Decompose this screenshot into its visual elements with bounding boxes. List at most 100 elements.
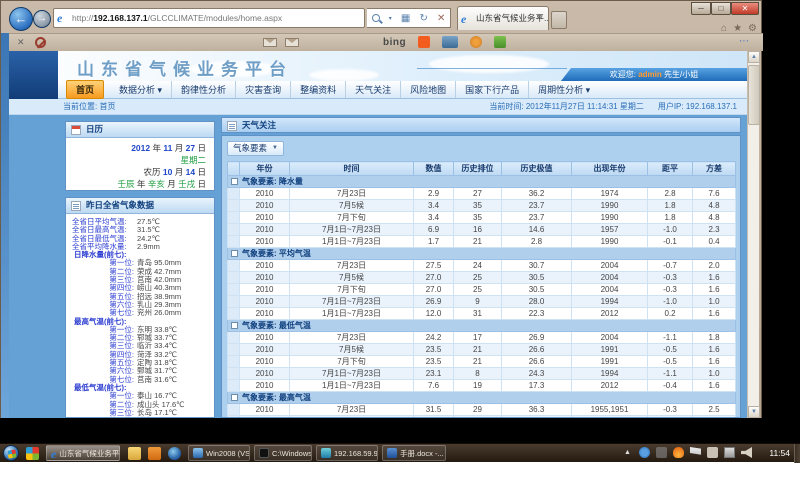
nav-item-0[interactable]: 首页 [66,80,104,99]
stop-icon[interactable]: ✕ [437,13,445,24]
table-row[interactable]: 20107月23日2.92736.219742.87.6 [228,188,736,200]
table-row[interactable]: 20101月1日~7月23日7.61917.32012-0.41.6 [228,380,736,392]
row-expander-cell [228,380,240,392]
nav-item-6[interactable]: 风险地图 [401,81,456,98]
table-cell: 36.3 [502,404,572,416]
column-header: 距平 [648,162,693,176]
table-row[interactable]: 20101月1日~7月23日1.7212.81990-0.10.4 [228,236,736,248]
tab-close-icon[interactable]: ✕ [534,12,545,23]
table-cell: 1994 [572,368,648,380]
table-row[interactable]: 20107月23日27.52430.72004-0.72.0 [228,260,736,272]
table-cell: 1.6 [693,344,736,356]
green-addon-icon[interactable] [494,36,506,48]
dropdown-arrow-icon[interactable]: ▾ [389,15,392,22]
table-row[interactable]: 20107月23日31.52936.31955,1951-0.32.5 [228,404,736,416]
ie-taskbar-button[interactable]: e 山东省气候业务平... [46,445,120,461]
weather-focus-body: 气象要素▼ 年份时间数值历史排位历史极值出现年份距平方差 气象要素: 降水量20… [221,135,741,418]
table-cell: 1.8 [648,212,693,224]
scroll-up-icon[interactable]: ▲ [748,51,760,63]
close-button[interactable]: ✕ [731,2,759,15]
page-scrollbar[interactable]: ▲ ▼ [747,51,759,418]
table-row[interactable]: 20107月5候27.02530.52004-0.31.6 [228,272,736,284]
usb-tray-icon[interactable] [707,447,718,458]
table-cell: 1994 [572,296,648,308]
nav-item-5[interactable]: 天气关注 [346,81,401,98]
table-row[interactable]: 20107月1日~7月23日6.91614.61957-1.02.3 [228,224,736,236]
paw-addon-icon[interactable] [470,36,482,48]
table-row[interactable]: 20107月23日24.21726.92004-1.11.8 [228,332,736,344]
search-addon-icon[interactable] [418,36,430,48]
ie-icon: e [51,447,56,460]
group-toggle-icon[interactable] [231,322,238,329]
browser-tab[interactable]: e 山东省气候业务平... ✕ [457,6,549,30]
tray-icon-generic[interactable] [656,447,667,458]
group-row[interactable]: 气象要素: 平均气温 [228,248,736,260]
table-row[interactable]: 20107月下旬3.43523.719901.84.8 [228,212,736,224]
url-field[interactable]: e http://192.168.137.1/GLCCLIMATE/module… [53,8,365,28]
media-player-icon[interactable] [168,447,181,460]
table-cell: 2004 [572,332,648,344]
compatibility-icon[interactable]: ▦ [401,13,410,24]
table-cell: 21 [454,356,502,368]
hidden-icons-arrow[interactable]: ▲ [622,447,633,458]
table-row[interactable]: 20101月1日~7月23日12.03122.320120.21.6 [228,308,736,320]
back-button[interactable]: ← [9,7,33,31]
new-tab-button[interactable] [551,11,567,29]
scroll-down-icon[interactable]: ▼ [748,406,760,418]
group-toggle-icon[interactable] [231,178,238,185]
nav-item-4[interactable]: 整编资料 [291,81,346,98]
firefox-tray-icon[interactable] [673,447,684,458]
table-row[interactable]: 20107月下旬27.02530.52004-0.31.6 [228,284,736,296]
element-filter-button[interactable]: 气象要素▼ [227,141,284,156]
notepad-icon [71,201,81,211]
group-row[interactable]: 气象要素: 降水量 [228,176,736,188]
action-center-flag-icon[interactable] [690,447,701,458]
group-row[interactable]: 气象要素: 最低气温 [228,320,736,332]
window-button-cmd[interactable]: C:\Windows\s... [254,445,312,461]
table-row[interactable]: 20107月1日~7月23日26.9928.01994-1.01.0 [228,296,736,308]
window-button-word[interactable]: 手册.docx -... [382,445,446,461]
scrollbar-thumb[interactable] [748,65,760,125]
camera-addon-icon[interactable] [442,36,458,48]
mail-send-icon[interactable] [285,38,299,47]
table-cell: 2010 [240,224,290,236]
group-row[interactable]: 气象要素: 最高气温 [228,392,736,404]
window-button-label: C:\Windows\s... [272,449,312,458]
more-options-icon[interactable]: ⋯ [739,36,751,47]
table-row[interactable]: 20107月下旬23.52126.61991-0.51.6 [228,356,736,368]
refresh-icon[interactable]: ↻ [419,13,427,24]
antivirus-tray-icon[interactable] [639,447,650,458]
pinned-app-icon[interactable] [26,447,39,460]
office-app-icon[interactable] [148,447,161,460]
nav-item-1[interactable]: 数据分析 ▾ [110,81,172,98]
search-icon[interactable] [372,14,380,22]
minimize-button[interactable]: ─ [691,2,711,15]
table-row[interactable]: 20107月1日~7月23日23.1824.31994-1.11.0 [228,368,736,380]
volume-icon[interactable] [741,447,752,458]
forward-button[interactable]: → [33,10,51,28]
table-cell: 26.9 [414,296,454,308]
table-cell: -0.5 [648,344,693,356]
table-cell: 28.0 [502,296,572,308]
window-button-vm[interactable]: Win2008 (VS2... [188,445,250,461]
table-cell: 30.5 [502,284,572,296]
nav-item-8[interactable]: 周期性分析 ▾ [529,81,599,98]
show-desktop-button[interactable] [794,444,800,463]
nav-item-3[interactable]: 灾害查询 [236,81,291,98]
window-button-rdp[interactable]: 192.168.59.99... [316,445,378,461]
maximize-button[interactable]: □ [711,2,731,15]
network-icon[interactable] [724,447,735,458]
folder-icon[interactable] [128,447,141,460]
notification-close-icon[interactable]: ✕ [17,37,25,48]
table-row[interactable]: 20107月5候3.43523.719901.84.8 [228,200,736,212]
start-button[interactable] [3,445,19,461]
mail-icon[interactable] [263,38,277,47]
table-cell: 1957 [572,224,648,236]
group-toggle-icon[interactable] [231,250,238,257]
nav-item-7[interactable]: 国家下行产品 [456,81,529,98]
table-row[interactable]: 20107月5候23.52126.61991-0.51.6 [228,344,736,356]
group-toggle-icon[interactable] [231,394,238,401]
taskbar-clock[interactable]: 11:54 [769,444,790,463]
nav-item-2[interactable]: 韵律性分析 [172,81,236,98]
table-row[interactable]: 20107月5候31.42535.31951-0.31.9 [228,416,736,419]
